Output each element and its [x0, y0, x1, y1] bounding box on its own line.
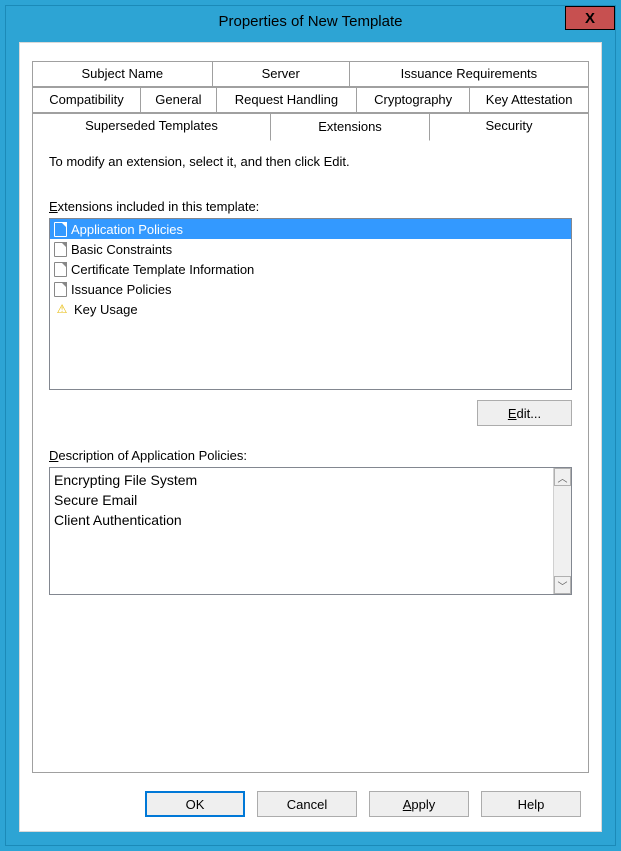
- extension-item-label: Key Usage: [74, 302, 138, 317]
- extension-item[interactable]: ⚠ Key Usage: [50, 299, 571, 319]
- document-icon: [54, 262, 67, 277]
- dialog-client: Subject Name Server Issuance Requirement…: [19, 42, 602, 832]
- extension-item[interactable]: Basic Constraints: [50, 239, 571, 259]
- tab-subject-name[interactable]: Subject Name: [32, 61, 213, 87]
- dialog-button-row: OK Cancel Apply Help: [20, 791, 601, 817]
- tab-server[interactable]: Server: [212, 61, 350, 87]
- extension-item[interactable]: Certificate Template Information: [50, 259, 571, 279]
- tab-superseded-templates[interactable]: Superseded Templates: [32, 113, 271, 139]
- document-icon: [54, 242, 67, 257]
- ok-button[interactable]: OK: [145, 791, 245, 817]
- dialog-title: Properties of New Template: [219, 13, 403, 30]
- titlebar[interactable]: Properties of New Template X: [6, 6, 615, 36]
- tab-extensions[interactable]: Extensions: [270, 113, 430, 141]
- edit-button[interactable]: Edit...: [477, 400, 572, 426]
- extension-item-label: Issuance Policies: [71, 282, 171, 297]
- extensions-list-label: Extensions included in this template:: [49, 199, 572, 214]
- description-content: Encrypting File SystemSecure EmailClient…: [50, 468, 553, 594]
- tab-security[interactable]: Security: [429, 113, 589, 139]
- tab-issuance-requirements[interactable]: Issuance Requirements: [349, 61, 589, 87]
- tab-compatibility[interactable]: Compatibility: [32, 87, 141, 113]
- description-label: Description of Application Policies:: [49, 448, 572, 463]
- scroll-down-icon[interactable]: ﹀: [554, 576, 571, 594]
- close-button[interactable]: X: [565, 6, 615, 30]
- instruction-text: To modify an extension, select it, and t…: [49, 154, 572, 169]
- cancel-button[interactable]: Cancel: [257, 791, 357, 817]
- warning-icon: ⚠: [54, 301, 70, 317]
- tab-general[interactable]: General: [140, 87, 217, 113]
- tab-key-attestation[interactable]: Key Attestation: [469, 87, 589, 113]
- help-button[interactable]: Help: [481, 791, 581, 817]
- tab-cryptography[interactable]: Cryptography: [356, 87, 470, 113]
- extensions-listbox[interactable]: Application Policies Basic Constraints Cer…: [49, 218, 572, 390]
- description-scrollbar[interactable]: ︿ ﹀: [553, 468, 571, 594]
- dialog-frame: Properties of New Template X Subject Nam…: [5, 5, 616, 846]
- extension-item-label: Application Policies: [71, 222, 183, 237]
- close-icon: X: [585, 10, 595, 27]
- description-box: Encrypting File SystemSecure EmailClient…: [49, 467, 572, 595]
- tab-strip: Subject Name Server Issuance Requirement…: [32, 61, 589, 139]
- tab-page-extensions: To modify an extension, select it, and t…: [32, 138, 589, 773]
- document-icon: [54, 282, 67, 297]
- document-icon: [54, 222, 67, 237]
- apply-button[interactable]: Apply: [369, 791, 469, 817]
- extension-item-label: Certificate Template Information: [71, 262, 254, 277]
- extension-item[interactable]: Application Policies: [50, 219, 571, 239]
- extension-item[interactable]: Issuance Policies: [50, 279, 571, 299]
- tab-request-handling[interactable]: Request Handling: [216, 87, 357, 113]
- extension-item-label: Basic Constraints: [71, 242, 172, 257]
- scroll-up-icon[interactable]: ︿: [554, 468, 571, 486]
